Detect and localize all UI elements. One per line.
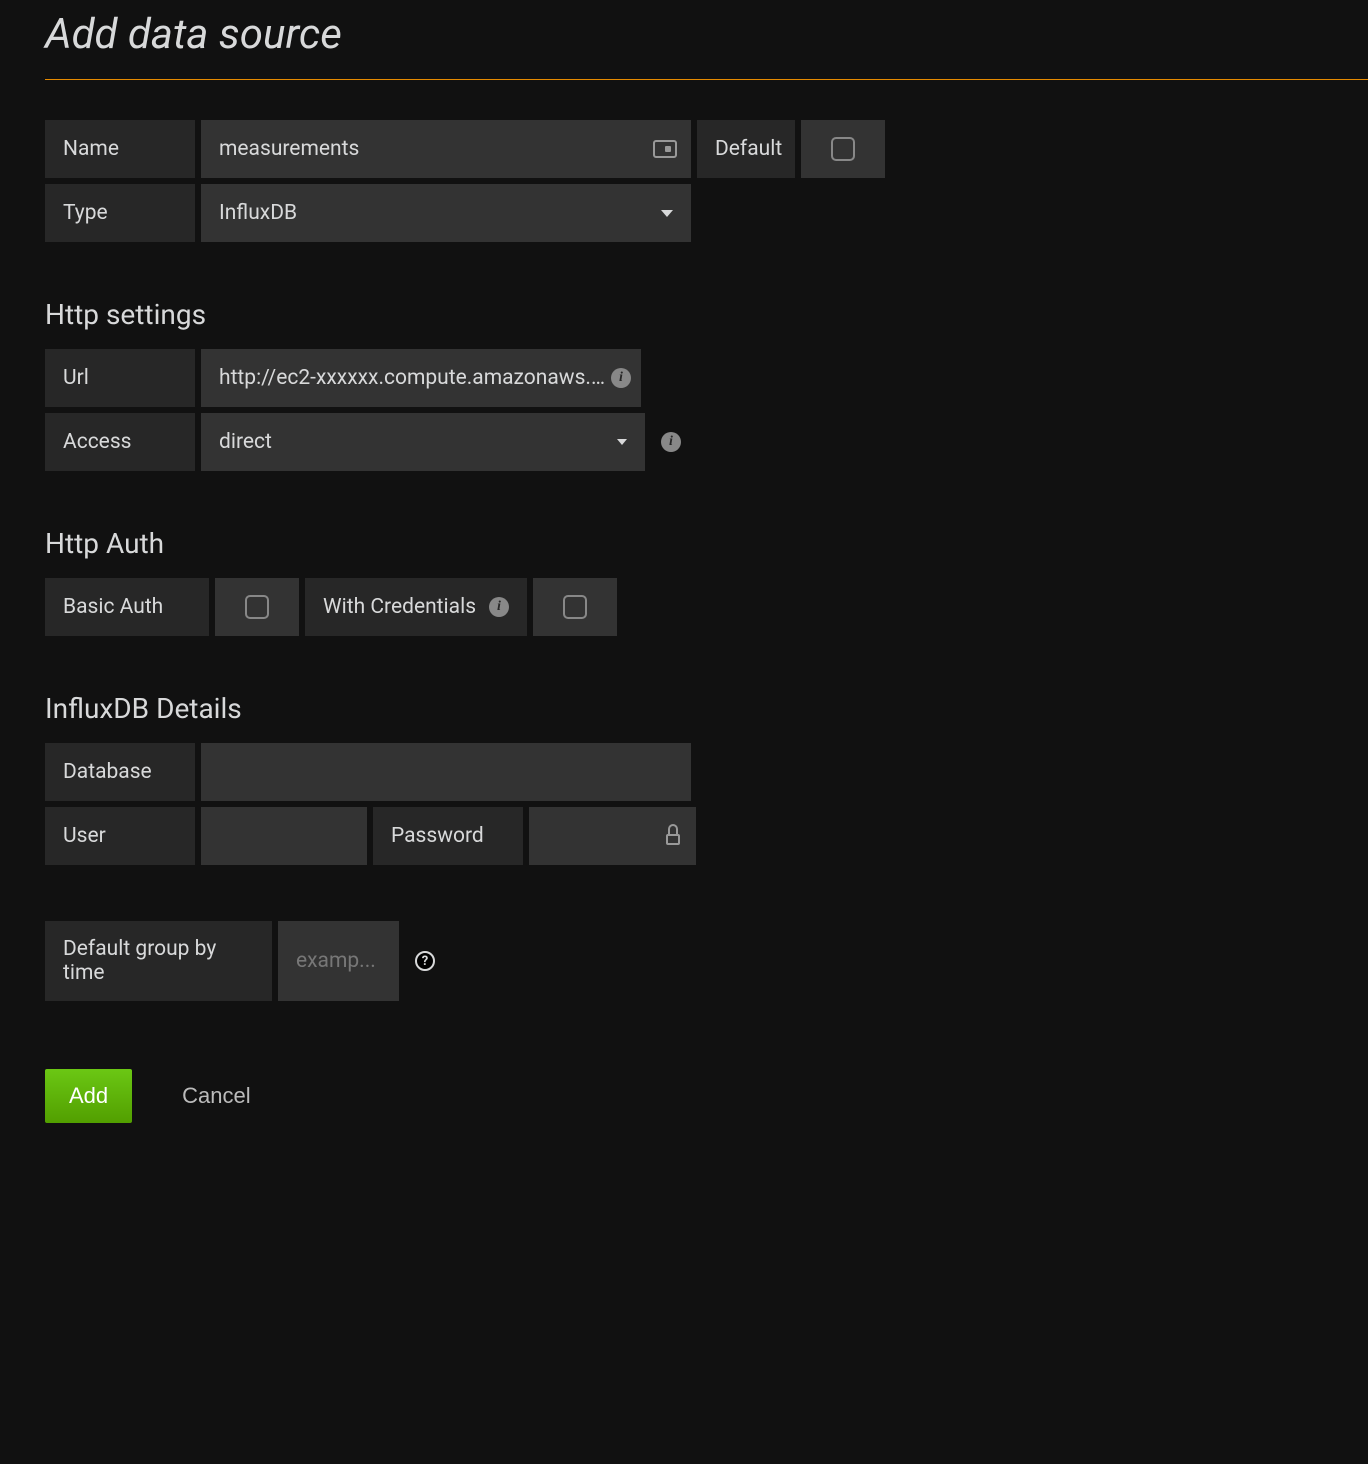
group-by-input[interactable] <box>278 921 399 1001</box>
with-credentials-text: With Credentials <box>323 595 476 619</box>
type-label: Type <box>45 184 195 242</box>
group-by-label: Default group by time <box>45 921 272 1001</box>
info-icon[interactable]: i <box>661 432 681 452</box>
access-select[interactable]: direct <box>201 413 645 471</box>
page-title: Add data source <box>45 0 1368 79</box>
with-credentials-checkbox[interactable] <box>563 595 587 619</box>
with-credentials-checkbox-cell[interactable] <box>533 578 617 636</box>
http-auth-heading: Http Auth <box>45 527 1368 560</box>
title-divider <box>45 79 1368 80</box>
lock-icon <box>664 827 682 845</box>
type-select[interactable]: InfluxDB <box>201 184 691 242</box>
name-label: Name <box>45 120 195 178</box>
basic-auth-checkbox-cell[interactable] <box>215 578 299 636</box>
influxdb-details-heading: InfluxDB Details <box>45 692 1368 725</box>
with-credentials-label: With Credentials i <box>305 578 527 636</box>
info-icon[interactable]: i <box>489 597 509 617</box>
access-label: Access <box>45 413 195 471</box>
access-value: direct <box>201 430 617 454</box>
url-label: Url <box>45 349 195 407</box>
basic-auth-label: Basic Auth <box>45 578 209 636</box>
http-settings-heading: Http settings <box>45 298 1368 331</box>
database-label: Database <box>45 743 195 801</box>
user-input[interactable] <box>201 807 367 865</box>
url-input[interactable] <box>201 349 641 407</box>
name-suffix-icon <box>653 140 677 158</box>
name-input[interactable] <box>201 120 691 178</box>
add-button[interactable]: Add <box>45 1069 132 1123</box>
user-label: User <box>45 807 195 865</box>
basic-auth-checkbox[interactable] <box>245 595 269 619</box>
database-input[interactable] <box>201 743 691 801</box>
type-value: InfluxDB <box>201 201 661 225</box>
password-label: Password <box>373 807 523 865</box>
chevron-down-icon <box>617 439 627 445</box>
default-label: Default <box>697 120 795 178</box>
info-icon[interactable]: i <box>611 368 631 388</box>
chevron-down-icon <box>661 210 673 217</box>
cancel-button[interactable]: Cancel <box>182 1083 250 1109</box>
help-icon[interactable]: ? <box>415 951 435 971</box>
default-checkbox-cell[interactable] <box>801 120 885 178</box>
default-checkbox[interactable] <box>831 137 855 161</box>
